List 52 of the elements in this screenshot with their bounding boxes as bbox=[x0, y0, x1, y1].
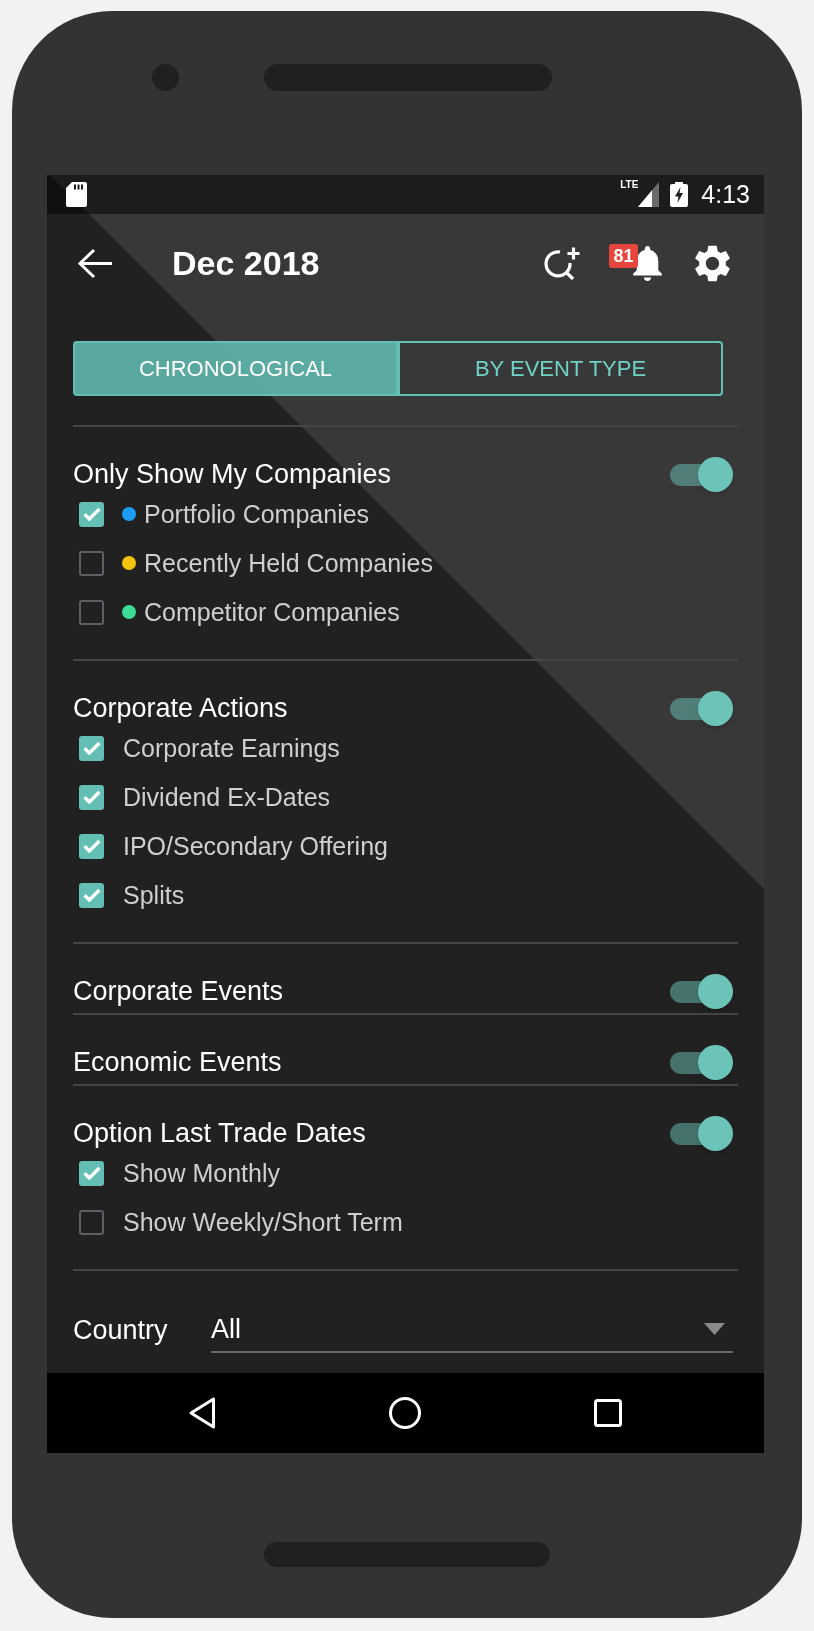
check-icon bbox=[82, 790, 101, 804]
page-title: Dec 2018 bbox=[172, 246, 320, 280]
option-label: Recently Held Companies bbox=[144, 550, 434, 576]
search-add-icon[interactable] bbox=[543, 246, 581, 280]
sd-card-icon bbox=[66, 182, 87, 207]
bell-icon[interactable] bbox=[633, 245, 662, 281]
checkbox[interactable] bbox=[79, 735, 104, 761]
check-icon bbox=[82, 1166, 101, 1180]
battery-charging-icon bbox=[670, 182, 689, 207]
toggle-switch[interactable] bbox=[670, 690, 733, 726]
checkbox[interactable] bbox=[79, 599, 104, 625]
section-title: Corporate Events bbox=[73, 977, 284, 1005]
check-icon bbox=[82, 507, 101, 521]
checkbox[interactable] bbox=[79, 501, 104, 527]
checkbox[interactable] bbox=[79, 1209, 104, 1235]
toggle-switch[interactable] bbox=[670, 1044, 733, 1080]
nav-back-icon[interactable] bbox=[189, 1397, 216, 1429]
checkbox[interactable] bbox=[79, 550, 104, 576]
option-label: Show Weekly/Short Term bbox=[123, 1209, 403, 1235]
checkbox[interactable] bbox=[79, 784, 104, 810]
status-time: 4:13 bbox=[701, 182, 750, 207]
option-label: Show Monthly bbox=[123, 1160, 281, 1186]
network-type-label: LTE bbox=[620, 180, 639, 190]
nav-home-icon[interactable] bbox=[389, 1397, 421, 1429]
country-label: Country bbox=[73, 1316, 169, 1344]
checkbox[interactable] bbox=[79, 833, 104, 859]
section-title: Option Last Trade Dates bbox=[73, 1119, 366, 1147]
dropdown-caret-icon bbox=[704, 1323, 725, 1335]
check-icon bbox=[82, 839, 101, 853]
section-title: Economic Events bbox=[73, 1048, 282, 1076]
option-label: IPO/Secondary Offering bbox=[123, 833, 388, 859]
signal-icon bbox=[638, 182, 660, 207]
checkbox[interactable] bbox=[79, 1160, 104, 1186]
check-icon bbox=[82, 888, 101, 902]
toggle-switch[interactable] bbox=[670, 973, 733, 1009]
toggle-switch[interactable] bbox=[670, 1115, 733, 1151]
section-title: Only Show My Companies bbox=[73, 460, 392, 488]
option-label: Portfolio Companies bbox=[144, 501, 370, 527]
check-icon bbox=[82, 741, 101, 755]
nav-recents-icon[interactable] bbox=[594, 1399, 622, 1427]
option-label: Splits bbox=[123, 882, 185, 908]
option-label: Corporate Earnings bbox=[123, 735, 340, 761]
back-arrow-icon[interactable] bbox=[77, 247, 112, 279]
checkbox[interactable] bbox=[79, 882, 104, 908]
option-label: Competitor Companies bbox=[144, 599, 400, 625]
settings-icon[interactable] bbox=[695, 244, 730, 282]
notification-badge: 81 bbox=[609, 243, 638, 268]
option-label: Dividend Ex-Dates bbox=[123, 784, 331, 810]
country-dropdown[interactable]: All bbox=[211, 1307, 733, 1353]
section-title: Corporate Actions bbox=[73, 694, 288, 722]
toggle-switch[interactable] bbox=[670, 456, 733, 492]
tab[interactable]: BY EVENT TYPE bbox=[398, 341, 723, 396]
